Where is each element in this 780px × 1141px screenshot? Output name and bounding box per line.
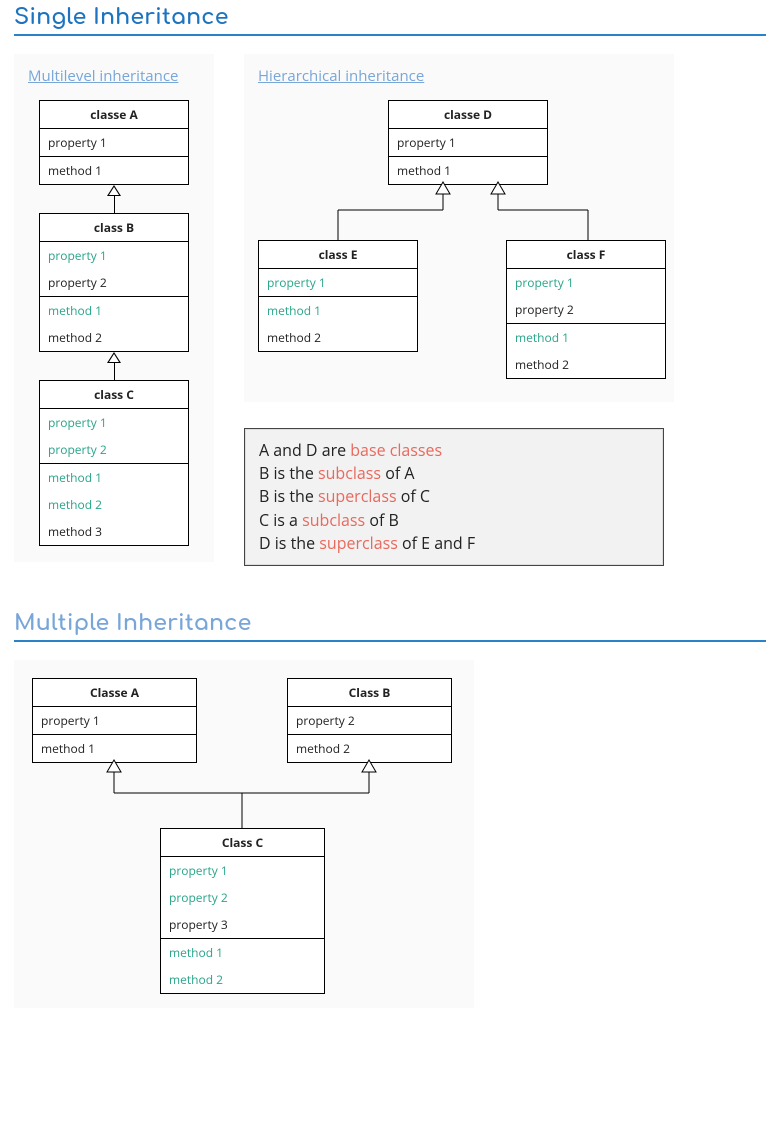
- note-text: of C: [397, 485, 430, 507]
- heading-multiple: Multiple Inheritance: [0, 606, 780, 640]
- uml-class-a2: Classe A property 1 method 1: [32, 678, 197, 763]
- uml-prop: property 2: [161, 884, 324, 911]
- uml-title: class C: [40, 381, 188, 409]
- note-text: D is the: [259, 532, 319, 554]
- uml-prop: property 1: [507, 269, 665, 296]
- note-line: B is the superclass of C: [259, 485, 649, 508]
- uml-class-f: class F property 1 property 2 method 1 m…: [506, 240, 666, 379]
- uml-title: class F: [507, 241, 665, 269]
- uml-title: Class C: [161, 829, 324, 857]
- uml-class-b: class B property 1 property 2 method 1 m…: [39, 213, 189, 352]
- uml-class-c2: Class C property 1 property 2 property 3…: [160, 828, 325, 994]
- uml-method: method 1: [259, 297, 417, 324]
- note-line: C is a subclass of B: [259, 509, 649, 532]
- uml-method: method 2: [161, 966, 324, 993]
- note-text: A and D are: [259, 439, 350, 461]
- uml-prop: property 2: [507, 296, 665, 323]
- uml-method: method 2: [288, 735, 451, 762]
- note-keyword: base classes: [350, 439, 442, 461]
- uml-prop: property 1: [259, 269, 417, 296]
- note-text: B is the: [259, 462, 318, 484]
- uml-title: class E: [259, 241, 417, 269]
- divider: [14, 34, 766, 36]
- uml-method: method 1: [33, 735, 196, 762]
- hierarchical-diagram: classe D property 1 method 1: [258, 100, 660, 380]
- hierarchical-title: Hierarchical inheritance: [258, 66, 660, 86]
- uml-title: class B: [40, 214, 188, 242]
- note-keyword: subclass: [302, 509, 365, 531]
- notes-box: A and D are base classes B is the subcla…: [244, 428, 664, 566]
- uml-prop: property 1: [40, 129, 188, 156]
- uml-prop: property 2: [40, 269, 188, 296]
- heading-single: Single Inheritance: [0, 0, 780, 34]
- uml-class-c: class C property 1 property 2 method 1 m…: [39, 380, 189, 546]
- divider: [14, 640, 766, 642]
- uml-method: method 2: [40, 324, 188, 351]
- uml-title: Class B: [288, 679, 451, 707]
- note-text: C is a: [259, 509, 302, 531]
- uml-method: method 3: [40, 518, 188, 545]
- uml-method: method 2: [40, 491, 188, 518]
- uml-prop: property 1: [389, 129, 547, 156]
- note-keyword: subclass: [318, 462, 381, 484]
- single-panels: Multilevel inheritance classe A property…: [0, 54, 780, 566]
- inheritance-arrow-icon: [107, 185, 121, 213]
- uml-class-d: classe D property 1 method 1: [388, 100, 548, 185]
- uml-prop: property 1: [40, 409, 188, 436]
- note-keyword: superclass: [319, 532, 398, 554]
- uml-method: method 2: [259, 324, 417, 351]
- note-line: B is the subclass of A: [259, 462, 649, 485]
- uml-prop: property 1: [33, 707, 196, 734]
- uml-prop: property 2: [288, 707, 451, 734]
- uml-method: method 2: [507, 351, 665, 378]
- uml-method: method 1: [40, 297, 188, 324]
- panel-multiple: Classe A property 1 method 1 Class B pro…: [14, 660, 474, 1008]
- note-line: A and D are base classes: [259, 439, 649, 462]
- note-text: of B: [365, 509, 399, 531]
- uml-method: method 1: [40, 157, 188, 184]
- uml-title: classe A: [40, 101, 188, 129]
- uml-prop: property 3: [161, 911, 324, 938]
- panel-multilevel: Multilevel inheritance classe A property…: [14, 54, 214, 562]
- uml-prop: property 1: [161, 857, 324, 884]
- panel-hierarchical: Hierarchical inheritance classe D proper…: [244, 54, 674, 402]
- uml-prop: property 1: [40, 242, 188, 269]
- uml-method: method 1: [507, 324, 665, 351]
- uml-method: method 1: [389, 157, 547, 184]
- note-text: of E and F: [398, 532, 475, 554]
- uml-prop: property 2: [40, 436, 188, 463]
- uml-title: Classe A: [33, 679, 196, 707]
- uml-title: classe D: [389, 101, 547, 129]
- uml-class-b2: Class B property 2 method 2: [287, 678, 452, 763]
- note-line: D is the superclass of E and F: [259, 532, 649, 555]
- multiple-diagram: Classe A property 1 method 1 Class B pro…: [32, 678, 456, 988]
- note-keyword: superclass: [318, 485, 397, 507]
- uml-class-a: classe A property 1 method 1: [39, 100, 189, 185]
- note-text: B is the: [259, 485, 318, 507]
- uml-method: method 1: [40, 464, 188, 491]
- note-text: of A: [381, 462, 414, 484]
- multilevel-title: Multilevel inheritance: [28, 66, 200, 86]
- uml-class-e: class E property 1 method 1 method 2: [258, 240, 418, 352]
- uml-method: method 1: [161, 939, 324, 966]
- inheritance-arrow-icon: [107, 352, 121, 380]
